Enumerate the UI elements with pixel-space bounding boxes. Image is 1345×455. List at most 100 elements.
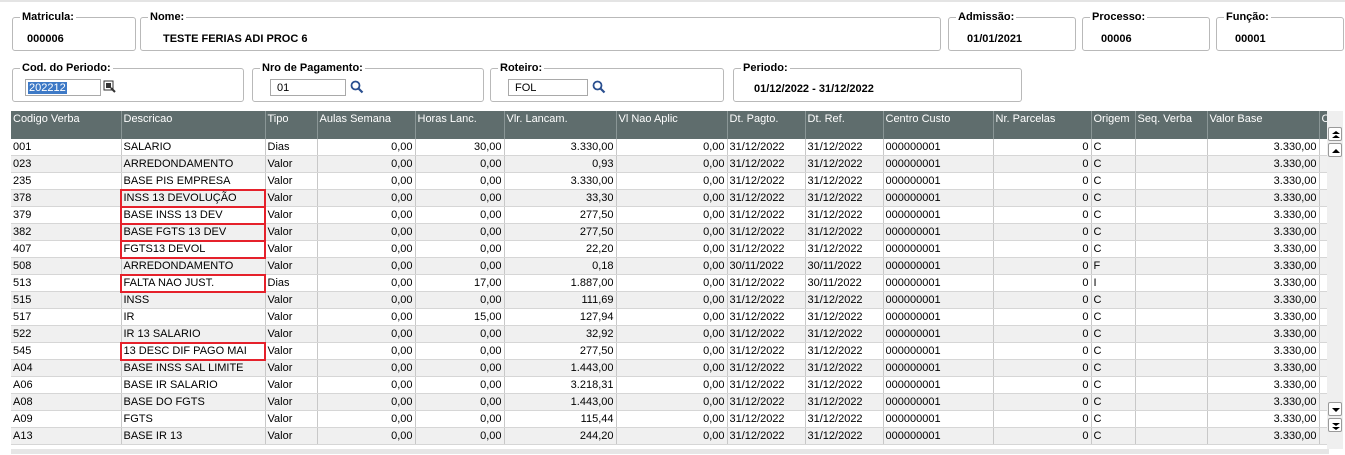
cell-parc[interactable]: 0 — [993, 189, 1092, 207]
column-header[interactable]: Vlr. Lancam. — [504, 111, 617, 139]
cell-desc[interactable]: FALTA NAO JUST. — [120, 273, 266, 293]
nome-value[interactable]: TESTE FERIAS ADI PROC 6 — [163, 33, 307, 45]
cell-parc[interactable]: 0 — [993, 376, 1092, 394]
cell-orig[interactable]: C — [1091, 410, 1136, 428]
cell-seq[interactable] — [1135, 427, 1208, 445]
cell-horas[interactable]: 0,00 — [415, 410, 505, 428]
cell-cod[interactable]: 378 — [11, 189, 122, 207]
cell-vlr[interactable]: 111,69 — [504, 291, 617, 309]
cell-parc[interactable]: 0 — [993, 359, 1092, 377]
cell-aulas[interactable]: 0,00 — [317, 139, 416, 156]
cell-tipo[interactable]: Valor — [265, 257, 318, 275]
cell-horas[interactable]: 0,00 — [415, 223, 505, 241]
cell-desc[interactable]: INSS — [121, 291, 266, 309]
cell-dtp[interactable]: 31/12/2022 — [727, 139, 806, 156]
cell-desc[interactable]: SALARIO — [121, 139, 266, 156]
cell-cod[interactable]: 001 — [11, 139, 122, 156]
cell-cc[interactable]: 000000001 — [883, 189, 994, 207]
cell-desc[interactable]: BASE DO FGTS — [121, 393, 266, 411]
cell-parc[interactable]: 0 — [993, 410, 1092, 428]
cell-horas[interactable]: 0,00 — [415, 257, 505, 275]
cell-desc[interactable]: ARREDONDAMENTO — [121, 257, 266, 275]
cell-cc[interactable]: 000000001 — [883, 359, 994, 377]
table-row[interactable]: A04 BASE INSS SAL LIMITE Valor 0,00 0,00 1.44… — [11, 359, 1330, 377]
cell-dtr[interactable]: 31/12/2022 — [805, 139, 884, 156]
column-header[interactable]: Centro Custo — [883, 111, 994, 139]
cell-orig[interactable]: C — [1091, 291, 1136, 309]
cell-dtp[interactable]: 31/12/2022 — [727, 393, 806, 411]
cell-desc[interactable]: 13 DESC DIF PAGO MAI — [120, 341, 266, 361]
cell-vlr[interactable]: 1.443,00 — [504, 359, 617, 377]
cell-parc[interactable]: 0 — [993, 139, 1092, 156]
cell-dtr[interactable]: 31/12/2022 — [805, 291, 884, 309]
table-row[interactable]: 001 SALARIO Dias 0,00 30,00 3.330,00 0,00 31/12… — [11, 139, 1330, 156]
cell-desc[interactable]: ARREDONDAMENTO — [121, 155, 266, 173]
cell-vlna[interactable]: 0,00 — [616, 206, 728, 224]
table-row[interactable]: A06 BASE IR SALARIO Valor 0,00 0,00 3.218,31 0… — [11, 376, 1330, 394]
cell-parc[interactable]: 0 — [993, 206, 1092, 224]
cell-orig[interactable]: C — [1091, 427, 1136, 445]
cell-aulas[interactable]: 0,00 — [317, 240, 416, 258]
cell-dtr[interactable]: 30/11/2022 — [805, 257, 884, 275]
cell-aulas[interactable]: 0,00 — [317, 291, 416, 309]
cell-parc[interactable]: 0 — [993, 240, 1092, 258]
cell-cod[interactable]: 545 — [11, 342, 122, 360]
cell-base[interactable]: 3.330,00 — [1207, 359, 1320, 377]
cell-parc[interactable]: 0 — [993, 325, 1092, 343]
cell-tipo[interactable]: Dias — [265, 139, 318, 156]
cell-tipo[interactable]: Valor — [265, 291, 318, 309]
cell-vlr[interactable]: 3.330,00 — [504, 172, 617, 190]
cell-vlr[interactable]: 1.887,00 — [504, 274, 617, 292]
table-row[interactable]: 382 BASE FGTS 13 DEV Valor 0,00 0,00 277,50 0,… — [11, 222, 1330, 242]
table-row[interactable]: 378 INSS 13 DEVOLUÇÃO Valor 0,00 0,00 33,30 0,… — [11, 188, 1330, 208]
cell-base[interactable]: 3.330,00 — [1207, 274, 1320, 292]
cell-dtp[interactable]: 31/12/2022 — [727, 308, 806, 326]
cell-dtr[interactable]: 31/12/2022 — [805, 223, 884, 241]
cell-aulas[interactable]: 0,00 — [317, 376, 416, 394]
search-icon[interactable] — [592, 80, 606, 94]
cell-cc[interactable]: 000000001 — [883, 427, 994, 445]
processo-value[interactable]: 00006 — [1101, 33, 1132, 45]
cell-dtp[interactable]: 31/12/2022 — [727, 291, 806, 309]
cell-desc[interactable]: BASE IR SALARIO — [121, 376, 266, 394]
table-row[interactable]: 522 IR 13 SALARIO Valor 0,00 0,00 32,92 0,00 31… — [11, 325, 1330, 343]
cell-dtp[interactable]: 31/12/2022 — [727, 274, 806, 292]
cell-desc[interactable]: IR — [121, 308, 266, 326]
cell-horas[interactable]: 0,00 — [415, 342, 505, 360]
cell-parc[interactable]: 0 — [993, 427, 1092, 445]
cell-cod[interactable]: A09 — [11, 410, 122, 428]
cell-base[interactable]: 3.330,00 — [1207, 325, 1320, 343]
cell-horas[interactable]: 30,00 — [415, 139, 505, 156]
cell-parc[interactable]: 0 — [993, 393, 1092, 411]
cell-seq[interactable] — [1135, 359, 1208, 377]
cell-cc[interactable]: 000000001 — [883, 206, 994, 224]
cell-dtr[interactable]: 31/12/2022 — [805, 308, 884, 326]
cell-vlna[interactable]: 0,00 — [616, 291, 728, 309]
cell-parc[interactable]: 0 — [993, 274, 1092, 292]
cell-orig[interactable]: C — [1091, 308, 1136, 326]
cell-base[interactable]: 3.330,00 — [1207, 291, 1320, 309]
cell-tipo[interactable]: Valor — [265, 325, 318, 343]
cell-tipo[interactable]: Valor — [265, 342, 318, 360]
search-icon[interactable] — [350, 80, 364, 94]
column-header[interactable]: Origem — [1091, 111, 1136, 139]
cell-base[interactable]: 3.330,00 — [1207, 155, 1320, 173]
cell-tipo[interactable]: Valor — [265, 393, 318, 411]
cell-seq[interactable] — [1135, 410, 1208, 428]
table-row[interactable]: A13 BASE IR 13 Valor 0,00 0,00 244,20 0,00 31/1… — [11, 427, 1330, 445]
cell-cc[interactable]: 000000001 — [883, 240, 994, 258]
cell-base[interactable]: 3.330,00 — [1207, 410, 1320, 428]
cell-vlr[interactable]: 277,50 — [504, 206, 617, 224]
cell-vlna[interactable]: 0,00 — [616, 139, 728, 156]
cell-desc[interactable]: BASE IR 13 — [121, 427, 266, 445]
cell-vlna[interactable]: 0,00 — [616, 189, 728, 207]
cell-seq[interactable] — [1135, 189, 1208, 207]
cell-base[interactable]: 3.330,00 — [1207, 172, 1320, 190]
column-header[interactable]: Vl Nao Aplic — [616, 111, 728, 139]
cell-horas[interactable]: 0,00 — [415, 206, 505, 224]
cell-dtp[interactable]: 31/12/2022 — [727, 342, 806, 360]
cell-cc[interactable]: 000000001 — [883, 139, 994, 156]
cell-vlna[interactable]: 0,00 — [616, 393, 728, 411]
column-header[interactable]: Tipo — [265, 111, 318, 139]
cell-orig[interactable]: C — [1091, 393, 1136, 411]
